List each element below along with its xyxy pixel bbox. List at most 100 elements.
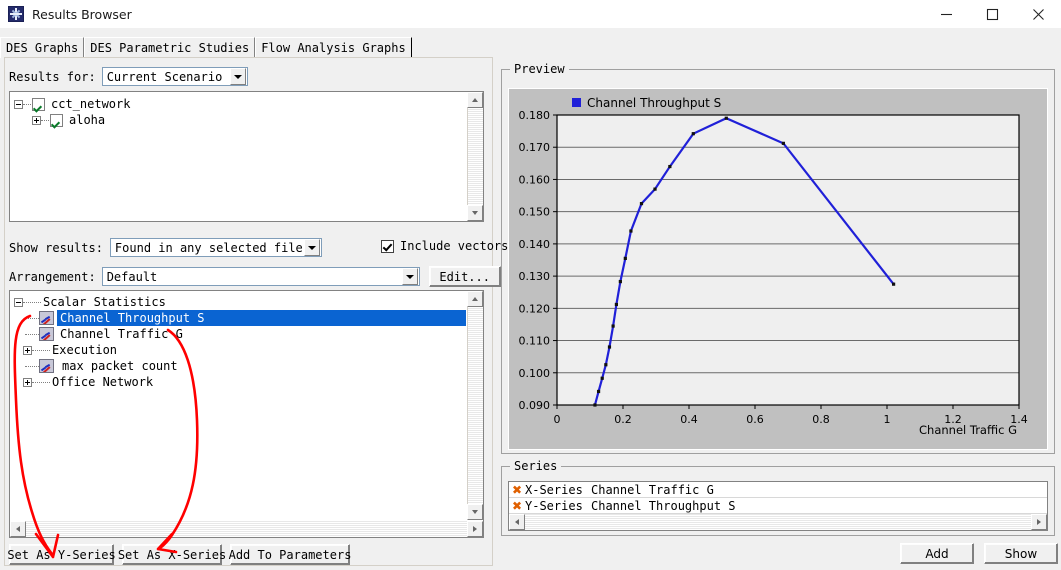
arrangement-value: Default [106, 269, 158, 284]
maximize-button[interactable] [969, 0, 1015, 28]
show-results-row: Show results: Found in any selected file… [9, 238, 322, 257]
scroll-left-icon[interactable] [10, 521, 26, 537]
tree-item-channel-throughput-s[interactable]: Channel Throughput S [10, 310, 466, 326]
series-list[interactable]: ✖ X-Series Channel Traffic G ✖ Y-Series … [508, 481, 1048, 531]
plus-expander-icon[interactable] [23, 377, 32, 387]
remove-x-icon[interactable]: ✖ [509, 499, 525, 513]
statistics-tree-listbox[interactable]: Scalar Statistics Channel Throughput S C… [9, 290, 484, 538]
close-button[interactable] [1015, 0, 1061, 28]
svg-text:0.120: 0.120 [519, 302, 551, 315]
tree-item-scalar-statistics[interactable]: Scalar Statistics [10, 294, 466, 310]
svg-text:0.160: 0.160 [519, 173, 551, 186]
chart-svg: 0.090 0.100 0.110 0.120 0.130 0.140 0.150 0.160… [509, 89, 1047, 449]
series-groupbox: Series ✖ X-Series Channel Traffic G ✖ Y-… [501, 459, 1055, 536]
scroll-up-icon[interactable] [467, 291, 483, 307]
tree-item-channel-traffic-g[interactable]: Channel Traffic G [10, 326, 466, 342]
scalar-stat-icon [39, 327, 54, 341]
arrangement-label: Arrangement: [9, 269, 96, 284]
edit-button[interactable]: Edit... [428, 266, 501, 287]
remove-x-icon[interactable]: ✖ [509, 483, 525, 497]
results-for-combo[interactable]: Current Scenario [101, 67, 248, 86]
plus-expander-icon[interactable] [32, 115, 41, 125]
minimize-button[interactable] [923, 0, 969, 28]
tree-item-label: Execution [52, 343, 118, 357]
tab-des-graphs[interactable]: DES Graphs [0, 37, 85, 58]
svg-text:0.110: 0.110 [519, 335, 551, 348]
chevron-down-icon[interactable] [401, 268, 418, 285]
arrangement-row: Arrangement: Default Edit... [9, 266, 501, 287]
minus-expander-icon[interactable] [14, 99, 23, 109]
svg-text:0.180: 0.180 [519, 109, 551, 122]
tree-item-cct_network[interactable]: cct_network [10, 96, 466, 112]
results-for-label: Results for: [9, 69, 96, 84]
svg-text:0.100: 0.100 [519, 367, 551, 380]
tree-item-aloha[interactable]: aloha [10, 112, 466, 128]
tab-des-parametric-studies[interactable]: DES Parametric Studies [84, 37, 256, 58]
tree-item-label: cct_network [51, 97, 131, 111]
tree-item-office-network[interactable]: Office Network [10, 374, 466, 390]
scroll-right-icon[interactable] [467, 521, 483, 537]
svg-text:0.170: 0.170 [519, 141, 551, 154]
arrangement-combo[interactable]: Default [101, 267, 420, 286]
svg-text:Channel Throughput S: Channel Throughput S [587, 96, 721, 110]
tab-flow-analysis-graphs[interactable]: Flow Analysis Graphs [255, 37, 412, 58]
show-results-combo[interactable]: Found in any selected files [109, 238, 322, 257]
left-button-bar: Set As Y-Series Set As X-Series Add To P… [7, 544, 351, 565]
results-for-value: Current Scenario [106, 69, 223, 84]
svg-text:Channel Traffic G: Channel Traffic G [919, 423, 1017, 437]
checkbox-icon[interactable] [50, 113, 63, 127]
scenario-tree-listbox[interactable]: cct_network aloha [9, 91, 484, 222]
svg-text:0.140: 0.140 [519, 238, 551, 251]
app-starburst-icon [8, 6, 24, 22]
add-to-parameters-button[interactable]: Add To Parameters [229, 544, 351, 565]
show-results-label: Show results: [9, 240, 103, 255]
series-row-x[interactable]: ✖ X-Series Channel Traffic G [509, 482, 1047, 498]
include-vectors-label: Include vectors [400, 239, 509, 253]
results-browser-window: Results Browser DES Graphs DES Parametri… [0, 0, 1061, 570]
svg-text:0.6: 0.6 [746, 413, 764, 426]
preview-groupbox: Preview 0.090 0.100 0.110 0.120 0.130 0.140 0.… [501, 62, 1055, 454]
svg-text:0.2: 0.2 [614, 413, 632, 426]
scroll-left-icon[interactable] [509, 514, 525, 530]
preview-group-label: Preview [510, 62, 569, 76]
series-name-label: Channel Throughput S [591, 498, 736, 513]
set-as-x-series-button[interactable]: Set As X-Series [118, 544, 226, 565]
scroll-right-icon[interactable] [1031, 514, 1047, 530]
scroll-down-icon[interactable] [467, 504, 483, 520]
chevron-down-icon[interactable] [303, 239, 320, 256]
add-button[interactable]: Add [900, 543, 974, 564]
series-name-label: Channel Traffic G [591, 482, 714, 497]
include-vectors-row[interactable]: Include vectors [381, 239, 508, 253]
scalar-stat-icon [39, 311, 54, 325]
window-controls [923, 0, 1061, 28]
minus-expander-icon[interactable] [14, 297, 23, 307]
chart-preview[interactable]: 0.090 0.100 0.110 0.120 0.130 0.140 0.150 0.160… [508, 88, 1048, 450]
scroll-up-icon[interactable] [467, 92, 483, 108]
series-group-label: Series [510, 459, 562, 473]
tree-item-execution[interactable]: Execution [10, 342, 466, 358]
scenario-tree: cct_network aloha [10, 92, 466, 221]
tree-item-label: aloha [69, 113, 106, 127]
series-role-label: Y-Series [525, 498, 583, 513]
set-as-y-series-button[interactable]: Set As Y-Series [7, 544, 116, 565]
svg-text:0.130: 0.130 [519, 270, 551, 283]
svg-text:1: 1 [884, 413, 891, 426]
scalar-stat-icon [39, 359, 54, 373]
tree-item-label: max packet count [62, 359, 178, 373]
include-vectors-checkbox[interactable] [381, 239, 394, 253]
svg-text:0.8: 0.8 [812, 413, 830, 426]
chevron-down-icon[interactable] [229, 68, 246, 85]
right-panel: Preview 0.090 0.100 0.110 0.120 0.130 0.140 0.… [499, 57, 1058, 566]
statistics-tree-vscrollbar[interactable] [467, 291, 483, 520]
series-role-label: X-Series [525, 482, 583, 497]
series-hscrollbar[interactable] [509, 514, 1047, 530]
statistics-tree-hscrollbar[interactable] [10, 521, 483, 537]
series-row-y[interactable]: ✖ Y-Series Channel Throughput S [509, 498, 1047, 514]
scenario-tree-vscrollbar[interactable] [467, 92, 483, 221]
scroll-down-icon[interactable] [467, 205, 483, 221]
checkbox-icon[interactable] [32, 97, 45, 111]
tree-item-max-packet-count[interactable]: max packet count [10, 358, 466, 374]
plus-expander-icon[interactable] [23, 345, 32, 355]
show-results-value: Found in any selected files [114, 240, 304, 255]
show-button[interactable]: Show [984, 543, 1058, 564]
